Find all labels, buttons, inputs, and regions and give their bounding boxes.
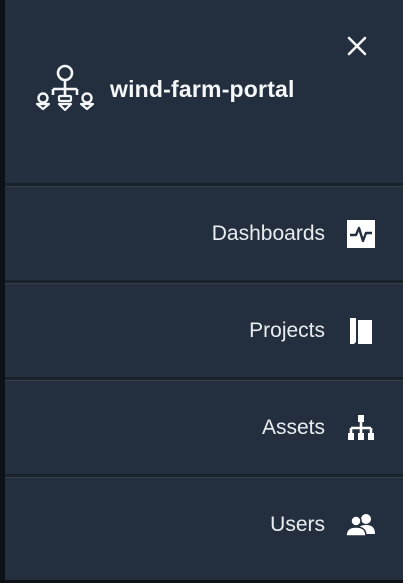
portal-title: wind-farm-portal [110,75,295,102]
nav-item-label: Projects [249,319,325,342]
divider [5,377,403,380]
divider [5,183,403,186]
folder-book-icon [345,315,377,347]
hierarchy-icon [345,412,377,444]
portal-header: wind-farm-portal [29,64,295,114]
nav-item-assets[interactable]: Assets [5,381,403,475]
nav-item-users[interactable]: Users [5,478,403,572]
users-icon [345,509,377,541]
side-navigation-panel: wind-farm-portal Dashboards Projects Ass… [0,0,403,583]
close-button[interactable] [345,34,369,58]
nav-item-dashboards[interactable]: Dashboards [5,187,403,281]
activity-chart-icon [345,218,377,250]
nav-item-label: Dashboards [211,222,325,245]
org-tree-logo-icon [35,64,95,112]
divider [5,474,403,477]
nav-item-projects[interactable]: Projects [5,284,403,378]
nav-item-label: Assets [261,416,325,439]
nav-item-label: Users [270,513,325,536]
close-icon [347,36,367,56]
divider [5,280,403,283]
